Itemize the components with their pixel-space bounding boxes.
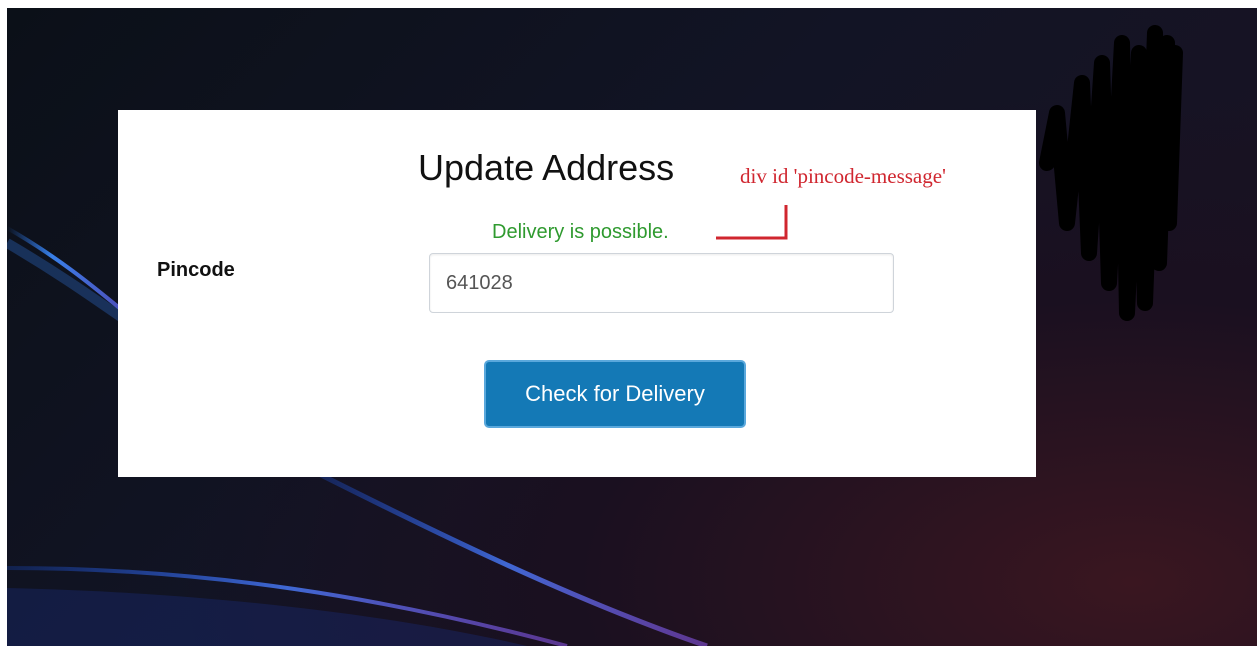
annotation-pointer: [716, 205, 788, 240]
redaction-scribble: [1039, 25, 1183, 321]
check-delivery-button[interactable]: Check for Delivery: [484, 360, 746, 428]
desktop-background: Update Address div id 'pincode-message' …: [7, 8, 1257, 646]
pincode-message: Delivery is possible.: [492, 221, 669, 243]
annotation-label: div id 'pincode-message': [740, 164, 946, 188]
pincode-label: Pincode: [157, 259, 235, 281]
update-address-card: Update Address div id 'pincode-message' …: [118, 110, 1036, 477]
pincode-input[interactable]: [429, 253, 894, 313]
page-title: Update Address: [418, 147, 675, 188]
